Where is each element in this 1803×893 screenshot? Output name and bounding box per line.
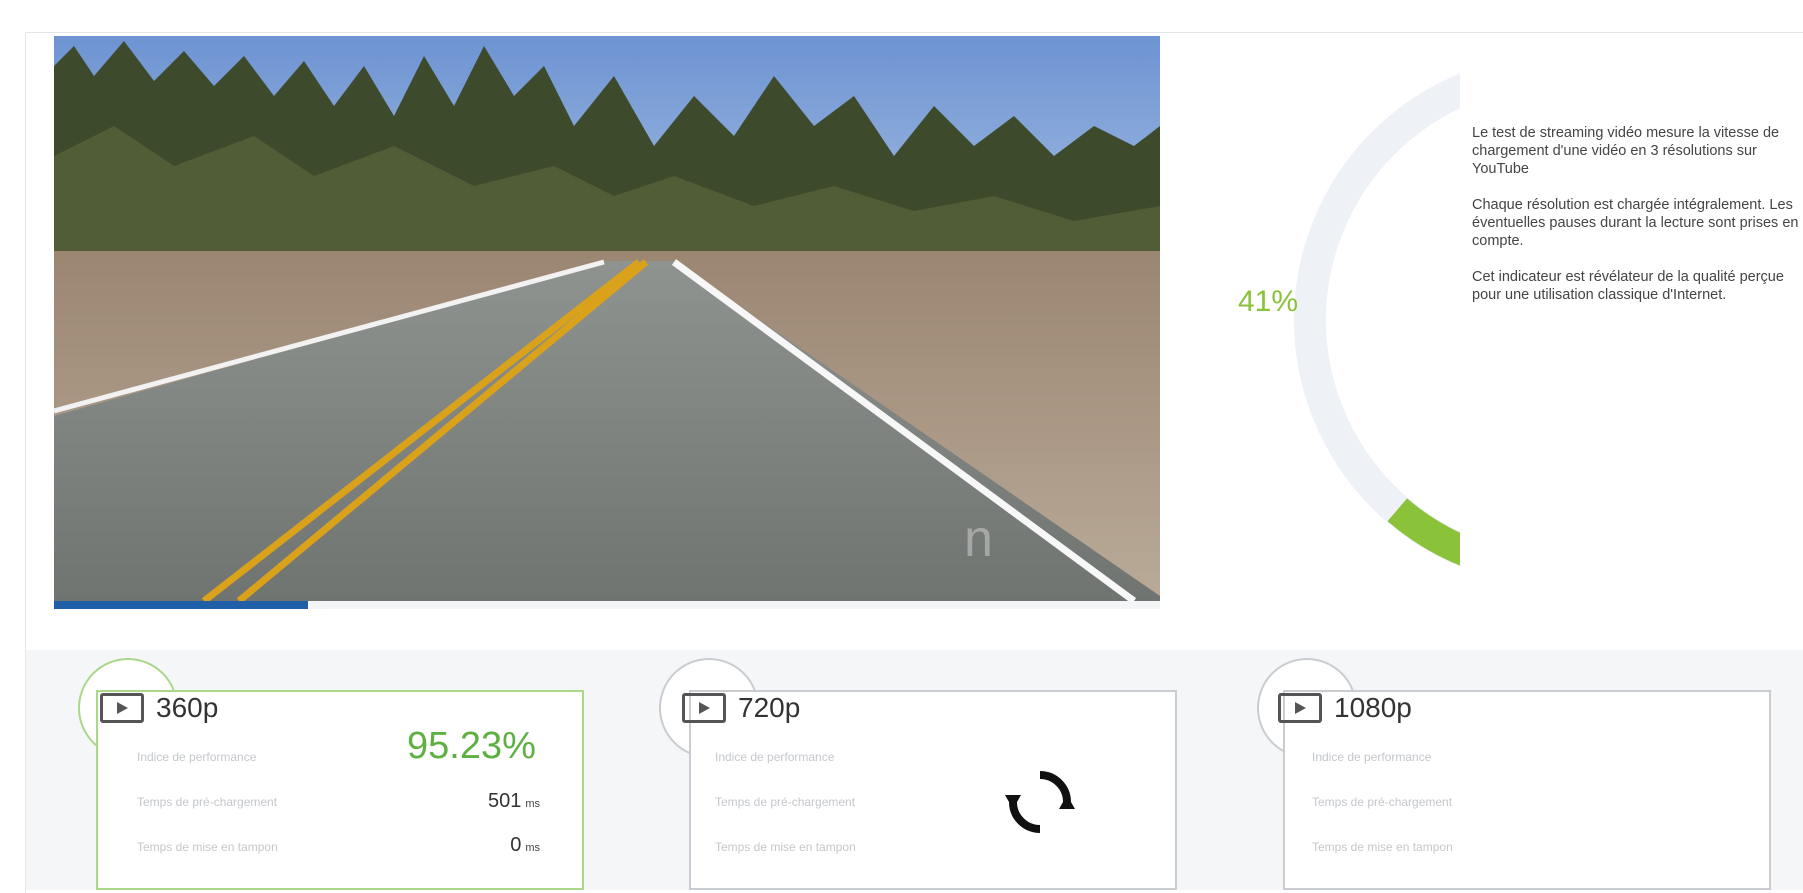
buffer-label: Temps de mise en tampon — [715, 840, 856, 854]
play-icon — [100, 693, 144, 723]
performance-label: Indice de performance — [137, 750, 257, 764]
description-paragraph: Chaque résolution est chargée intégralem… — [1472, 197, 1799, 249]
play-icon — [1278, 693, 1322, 723]
description-paragraph: Cet indicateur est révélateur de la qual… — [1472, 269, 1784, 303]
video-progress-bar[interactable] — [54, 601, 1160, 609]
test-description: Le test de streaming vidéo mesure la vit… — [1472, 124, 1803, 322]
buffer-value: 0 ms — [430, 834, 540, 857]
card-header-360p: 360p — [100, 692, 218, 724]
preload-unit: ms — [525, 798, 540, 810]
buffer-unit: ms — [525, 842, 540, 854]
performance-value: 95.23% — [407, 725, 536, 767]
performance-label: Indice de performance — [1312, 750, 1432, 764]
buffer-label: Temps de mise en tampon — [1312, 840, 1453, 854]
play-icon — [682, 693, 726, 723]
buffer-number: 0 — [510, 834, 522, 856]
gauge-track — [1294, 73, 1460, 567]
progress-gauge — [1294, 73, 1460, 567]
preload-label: Temps de pré-chargement — [715, 795, 856, 809]
watermark-logo: n — [964, 510, 993, 568]
resolution-label: 360p — [156, 692, 219, 723]
gauge-percent-label: 41% — [1238, 285, 1299, 318]
preload-value: 501 ms — [430, 790, 540, 813]
card-header-1080p: 1080p — [1278, 692, 1412, 724]
video-progress-fill — [54, 601, 309, 609]
refresh-spinner-icon — [1005, 771, 1075, 833]
preload-label: Temps de pré-chargement — [137, 795, 278, 809]
video-frame-road: n — [54, 36, 1160, 601]
performance-label: Indice de performance — [715, 750, 835, 764]
resolution-label: 1080p — [1334, 692, 1412, 723]
preload-number: 501 — [487, 790, 522, 812]
video-player[interactable]: n — [54, 36, 1160, 601]
buffer-label: Temps de mise en tampon — [137, 840, 278, 854]
card-header-720p: 720p — [682, 692, 800, 724]
resolution-label: 720p — [738, 692, 801, 723]
description-paragraph: Le test de streaming vidéo mesure la vit… — [1472, 125, 1780, 177]
preload-label: Temps de pré-chargement — [1312, 795, 1453, 809]
